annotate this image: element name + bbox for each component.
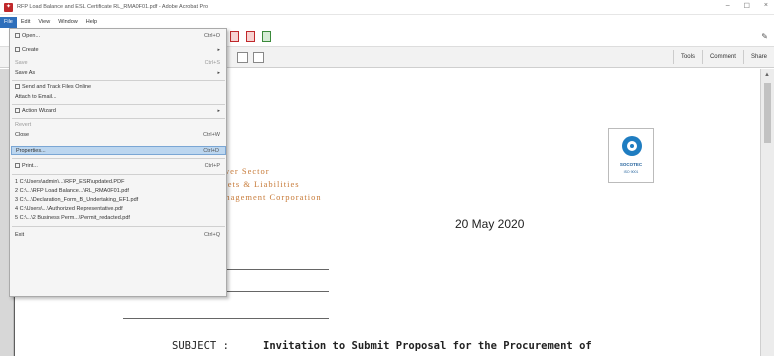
menu-revert[interactable]: Revert <box>11 121 226 130</box>
edit-pdf-icon[interactable] <box>246 31 255 42</box>
send-icon <box>15 84 20 90</box>
window-title: RFP Load Balance and ESL Certificate RL_… <box>17 4 209 10</box>
menu-send-track[interactable]: Send and Track Files Online <box>11 83 226 92</box>
badge-title: SOCOTEC <box>619 162 643 167</box>
wizard-icon <box>15 108 20 114</box>
tab-tools[interactable]: Tools <box>672 50 702 64</box>
menu-properties[interactable]: Properties... Ctrl+D <box>11 146 226 155</box>
menu-attach-email[interactable]: Attach to Email... <box>11 93 226 102</box>
vertical-scrollbar[interactable]: ▲ <box>760 69 774 356</box>
menu-open[interactable]: Open... Ctrl+O <box>11 32 226 41</box>
menu-bar: File Edit View Window Help <box>0 16 774 28</box>
badge-subtitle: ISO 9001 <box>623 170 639 174</box>
menu-recent-5[interactable]: 5 C:\...\2 Business Perm...\Permit_redac… <box>11 214 226 223</box>
fit-width-icon[interactable] <box>253 52 264 63</box>
menu-print[interactable]: Print... Ctrl+P <box>11 162 226 171</box>
file-menu-dropdown: Open... Ctrl+O Create ▸ Save Ctrl+S Save As… <box>9 28 227 297</box>
menu-save[interactable]: Save Ctrl+S <box>11 59 226 68</box>
title-bar: ✦ RFP Load Balance and ESL Certificate R… <box>0 0 774 15</box>
subject-text: Invitation to Submit Proposal for the Pr… <box>263 340 592 352</box>
open-icon <box>15 33 20 39</box>
tab-share[interactable]: Share <box>742 50 774 64</box>
menu-separator <box>12 80 225 81</box>
menu-help[interactable]: Help <box>82 17 101 28</box>
menu-recent-1[interactable]: 1 C:\Users\admin\...\RFP_ESR\updated.PDF <box>11 178 226 187</box>
menu-window[interactable]: Window <box>54 17 82 28</box>
address-line-3 <box>123 318 329 319</box>
submenu-arrow-icon: ▸ <box>217 70 220 76</box>
socotec-logo-icon <box>622 136 642 156</box>
menu-file[interactable]: File <box>0 16 17 28</box>
export-pdf-icon[interactable] <box>262 31 271 42</box>
right-pane-tabs: Tools Comment Share <box>672 50 774 64</box>
minimize-button[interactable]: – <box>726 2 730 10</box>
menu-save-as[interactable]: Save As ▸ <box>11 69 226 78</box>
submenu-arrow-icon: ▸ <box>217 108 220 114</box>
certification-badge: SOCOTEC ISO 9001 <box>608 128 654 183</box>
menu-recent-2[interactable]: 2 C:\...\RFP Load Balance...\RL_RMA0F01.… <box>11 187 226 196</box>
submenu-arrow-icon: ▸ <box>217 47 220 53</box>
scroll-up-icon[interactable]: ▲ <box>764 72 770 78</box>
tab-comment[interactable]: Comment <box>701 50 743 64</box>
subject-label: SUBJECT : <box>172 340 229 352</box>
menu-action-wizard[interactable]: Action Wizard ▸ <box>11 107 226 116</box>
menu-recent-3[interactable]: 3 C:\...\Declaration_Form_B_Undertaking_… <box>11 196 226 205</box>
close-button[interactable]: × <box>764 2 768 10</box>
menu-separator <box>12 158 225 159</box>
menu-separator <box>12 174 225 175</box>
fit-page-icon[interactable] <box>237 52 248 63</box>
scrollbar-thumb[interactable] <box>764 83 771 143</box>
menu-separator <box>12 118 225 119</box>
menu-recent-4[interactable]: 4 C:\Users\...\Authorized Representative… <box>11 205 226 214</box>
menu-view[interactable]: View <box>34 17 54 28</box>
letter-date: 20 May 2020 <box>455 217 525 231</box>
maximize-button[interactable]: ☐ <box>744 2 750 10</box>
org-name-line-3: Management Corporation <box>212 192 322 202</box>
menu-edit[interactable]: Edit <box>17 17 34 28</box>
window-controls: – ☐ × <box>726 2 768 10</box>
menu-separator <box>12 104 225 105</box>
create-icon <box>15 47 20 53</box>
menu-create[interactable]: Create ▸ <box>11 46 226 55</box>
print-icon <box>15 163 20 169</box>
menu-close[interactable]: Close Ctrl+W <box>11 131 226 140</box>
menu-exit[interactable]: Exit Ctrl+Q <box>11 231 226 240</box>
acrobat-app-icon: ✦ <box>4 2 13 12</box>
menu-separator <box>12 226 225 227</box>
create-pdf-icon[interactable] <box>230 31 239 42</box>
customize-toolbar-icon[interactable]: ✎ <box>761 32 768 41</box>
